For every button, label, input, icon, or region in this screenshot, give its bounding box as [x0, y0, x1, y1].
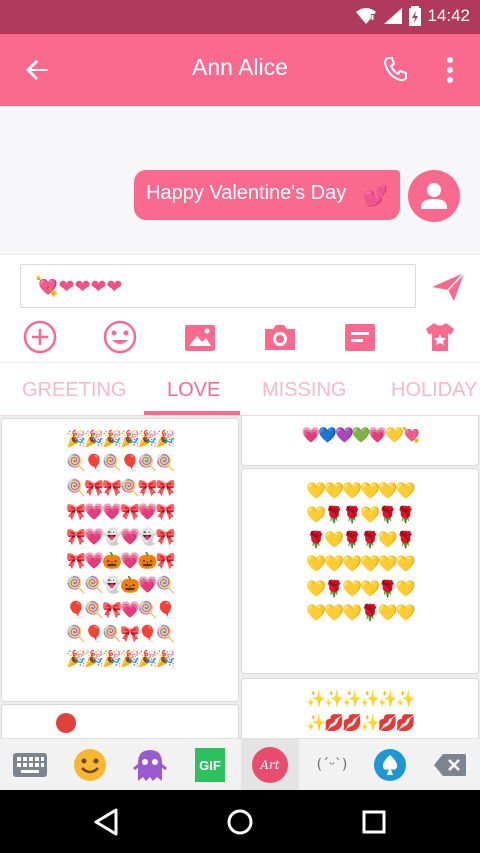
add-icon[interactable] — [20, 317, 60, 357]
category-tabs: GREETING LOVE MISSING HOLIDAY — [0, 362, 480, 416]
message-input[interactable]: 💘❤❤❤❤ — [20, 264, 416, 308]
phone-icon[interactable] — [380, 54, 410, 84]
tab-holiday[interactable]: HOLIDAY — [391, 379, 477, 402]
wifi-icon — [356, 8, 377, 24]
send-icon[interactable] — [430, 271, 466, 303]
arrow-back-icon[interactable] — [22, 54, 54, 86]
more-vert-icon[interactable] — [440, 54, 460, 86]
nav-back-icon[interactable] — [90, 806, 122, 838]
emoji-art-grid[interactable]: 🎉🎉🎉🎉🎉🎉 🍭🎈🍭🎈🍭🍭 🍭🎀🎀🍭🎀🎀 🎀💗💗🎀💗🎀 🎀💗👻💗👻🎀 🎀💗🎃💗🎃… — [0, 416, 480, 738]
nav-recents-icon[interactable] — [358, 806, 390, 838]
camera-icon[interactable] — [260, 317, 300, 357]
spade-sticker-icon[interactable] — [370, 745, 410, 785]
status-bar: 14:42 — [0, 0, 480, 34]
emoji-art-card[interactable]: 💛💛💛💛💛💛 💛🌹🌹💛🌹🌹 🌹💛🌹🌹💛🌹 💛💛💛💛💛💛 💛🌹💛💛🌹💛 💛💛💛🌹💛… — [241, 468, 479, 674]
art-label: Art — [252, 747, 288, 783]
red-dot-icon — [56, 713, 76, 733]
keyboard-icon[interactable] — [10, 745, 50, 785]
tab-greeting[interactable]: GREETING — [22, 379, 126, 402]
active-tab-indicator — [144, 411, 240, 415]
art-tab[interactable]: Art — [241, 739, 299, 791]
image-icon[interactable] — [180, 317, 220, 357]
sent-message-bubble[interactable]: Happy Valentine's Day 💕 — [134, 170, 400, 220]
ghost-sticker-icon[interactable] — [130, 745, 170, 785]
signal-icon — [384, 8, 403, 24]
conversation-title: Ann Alice — [192, 54, 288, 80]
compose-toolbar — [0, 317, 480, 357]
nav-home-icon[interactable] — [224, 806, 256, 838]
battery-icon — [409, 6, 422, 26]
smiley-tab-icon[interactable] — [70, 745, 110, 785]
emoji-art-card[interactable]: 💗💙💜💚💗💛💘 — [241, 416, 479, 466]
app-bar: Ann Alice — [0, 34, 480, 106]
theme-icon[interactable] — [420, 317, 460, 357]
message-emoji: 💕 — [363, 186, 388, 208]
tab-love[interactable]: LOVE — [167, 379, 220, 402]
avatar[interactable] — [408, 170, 460, 222]
emoji-art: 🎉🎉🎉🎉🎉🎉 🍭🎈🍭🎈🍭🍭 🍭🎀🎀🍭🎀🎀 🎀💗💗🎀💗🎀 🎀💗👻💗👻🎀 🎀💗🎃💗🎃… — [66, 429, 176, 668]
template-icon[interactable] — [340, 317, 380, 357]
emoji-art-card[interactable]: 🎉🎉🎉🎉🎉🎉 🍭🎈🍭🎈🍭🍭 🍭🎀🎀🍭🎀🎀 🎀💗💗🎀💗🎀 🎀💗👻💗👻🎀 🎀💗🎃💗🎃… — [1, 418, 239, 702]
person-icon — [421, 183, 447, 209]
emoji-art: 💛💛💛💛💛💛 💛🌹🌹💛🌹🌹 🌹💛🌹🌹💛🌹 💛💛💛💛💛💛 💛🌹💛💛🌹💛 💛💛💛🌹💛… — [306, 481, 416, 623]
emoji-keyboard-bar: GIF Art (ˊᵕˋ) — [0, 738, 480, 791]
emoji-art: ✨✨✨✨✨✨ ✨💋💋✨💋💋 — [306, 689, 416, 733]
gif-tab[interactable]: GIF — [190, 745, 230, 785]
backspace-icon[interactable] — [430, 745, 470, 785]
emoji-art-card[interactable]: ✨✨✨✨✨✨ ✨💋💋✨💋💋 — [241, 678, 479, 738]
system-nav-bar — [0, 790, 480, 853]
message-list[interactable]: Happy Valentine's Day 💕 — [0, 106, 480, 254]
emoji-art: 💗💙💜💚💗💛💘 — [301, 426, 421, 444]
gif-label: GIF — [195, 748, 225, 782]
emoji-art-card[interactable] — [1, 704, 239, 738]
compose-area: 💘❤❤❤❤ — [0, 254, 480, 362]
kaomoji-tab[interactable]: (ˊᵕˋ) — [310, 745, 354, 785]
message-text: Happy Valentine's Day — [146, 182, 347, 204]
emoji-icon[interactable] — [100, 317, 140, 357]
clock: 14:42 — [427, 6, 470, 25]
kaomoji-label: (ˊᵕˋ) — [316, 757, 348, 773]
tab-missing[interactable]: MISSING — [262, 379, 346, 402]
